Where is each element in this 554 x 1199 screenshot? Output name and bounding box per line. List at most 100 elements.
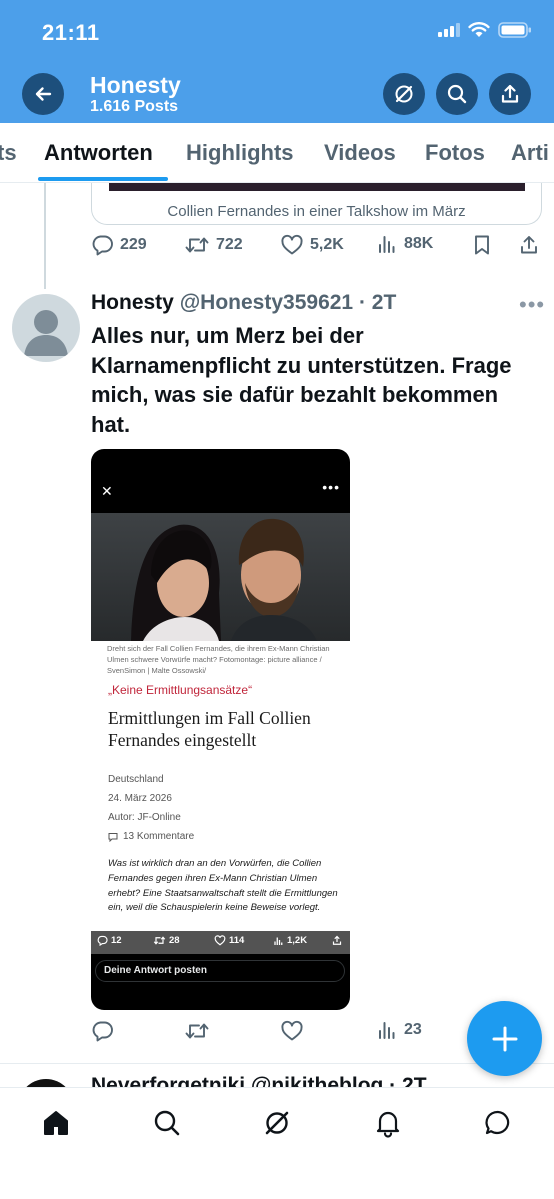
more-options-icon[interactable]: ••• bbox=[519, 292, 545, 318]
active-tab-indicator bbox=[38, 177, 168, 181]
bell-icon bbox=[376, 1111, 400, 1138]
views-button[interactable]: 88K bbox=[378, 234, 433, 254]
article-comment-count: 13 Kommentare bbox=[123, 831, 195, 842]
profile-tabs: ts Antworten Highlights Videos Fotos Art… bbox=[0, 123, 554, 183]
repost-count: 722 bbox=[216, 236, 243, 253]
share-button[interactable] bbox=[489, 73, 531, 115]
nav-notifications[interactable] bbox=[368, 1103, 408, 1143]
screenshot-views: 1,2K bbox=[274, 935, 307, 946]
article-comments: 13 Kommentare bbox=[108, 831, 194, 842]
heart-icon bbox=[281, 1020, 303, 1041]
search-icon bbox=[447, 84, 467, 104]
article-headline: Ermittlungen im Fall Collien Fernandes e… bbox=[108, 708, 311, 750]
screenshot-share-icon bbox=[332, 935, 342, 946]
reply-icon bbox=[92, 1021, 113, 1042]
reply-icon bbox=[97, 935, 108, 946]
bottom-nav bbox=[0, 1087, 554, 1199]
close-icon: ✕ bbox=[101, 483, 113, 499]
default-avatar-icon bbox=[24, 310, 68, 356]
article-preview: Dreht sich der Fall Collien Fernandes, d… bbox=[91, 641, 350, 931]
share-icon bbox=[501, 84, 519, 103]
screenshot-reply-field: Deine Antwort posten bbox=[95, 960, 345, 982]
signal-icon bbox=[438, 23, 460, 37]
share-icon bbox=[521, 236, 537, 254]
like-button[interactable]: 5,2K bbox=[280, 234, 344, 256]
author-name[interactable]: Honesty bbox=[91, 291, 174, 314]
status-icons bbox=[438, 22, 532, 38]
media-card[interactable]: Collien Fernandes in einer Talkshow im M… bbox=[91, 183, 542, 225]
screenshot-reposts: 28 bbox=[153, 935, 180, 946]
back-arrow-icon bbox=[35, 87, 52, 101]
status-time: 21:11 bbox=[42, 20, 100, 45]
reply-count: 229 bbox=[120, 236, 147, 253]
article-photo bbox=[91, 513, 350, 641]
previous-tweet-actions: 229 722 5,2K 88K bbox=[0, 234, 554, 264]
tab-videos[interactable]: Videos bbox=[324, 140, 396, 166]
views-icon bbox=[379, 1022, 395, 1039]
repost-button[interactable]: 722 bbox=[184, 234, 243, 256]
more-icon: ••• bbox=[322, 479, 340, 495]
author-handle-time[interactable]: @Honesty359621 · 2T bbox=[180, 291, 397, 314]
repost-icon bbox=[185, 1023, 209, 1039]
screenshot-like-count: 114 bbox=[229, 935, 245, 946]
grok-icon bbox=[395, 85, 413, 103]
screenshot-reply-count: 12 bbox=[111, 935, 122, 946]
reply-icon bbox=[92, 235, 113, 256]
media-caption: Collien Fernandes in einer Talkshow im M… bbox=[167, 203, 466, 220]
article-author: Autor: JF-Online bbox=[108, 812, 181, 823]
screenshot-action-bar: 12 28 114 1,2K bbox=[91, 931, 350, 954]
post-count: 1.616 Posts bbox=[90, 98, 179, 115]
messages-icon bbox=[485, 1110, 510, 1135]
heart-icon bbox=[281, 234, 303, 255]
home-icon bbox=[44, 1111, 68, 1135]
photo-caption: Dreht sich der Fall Collien Fernandes, d… bbox=[107, 644, 330, 675]
battery-icon bbox=[498, 22, 531, 38]
tweet-media-screenshot[interactable]: ✕ ••• Dreht sich der Fall Collien Fernan… bbox=[91, 449, 350, 1010]
tab-posts[interactable]: ts bbox=[0, 140, 17, 166]
reply-button[interactable] bbox=[91, 1020, 114, 1042]
nav-grok[interactable] bbox=[257, 1103, 297, 1143]
view-count: 23 bbox=[404, 1021, 422, 1038]
share-tweet-button[interactable] bbox=[519, 234, 539, 256]
tweet-text: Alles nur, um Merz bei der Klarnamenpfli… bbox=[91, 323, 512, 437]
media-image bbox=[109, 183, 525, 191]
screenshot-view-count: 1,2K bbox=[287, 935, 308, 946]
article-lede: Was ist wirklich dran an den Vorwürfen, … bbox=[108, 858, 338, 914]
views-icon bbox=[274, 937, 283, 945]
article-kicker: „Keine Ermittlungsansätze“ bbox=[108, 683, 253, 697]
divider bbox=[0, 1063, 554, 1064]
profile-header: 21:11 Honesty 1.616 Posts bbox=[0, 0, 554, 123]
article-date: 24. März 2026 bbox=[108, 793, 172, 804]
screenshot-repost-count: 28 bbox=[169, 935, 180, 946]
grok-button[interactable] bbox=[383, 73, 425, 115]
grok-icon bbox=[265, 1111, 289, 1135]
search-icon bbox=[154, 1110, 180, 1136]
profile-name: Honesty bbox=[90, 72, 181, 98]
nav-search[interactable] bbox=[147, 1103, 187, 1143]
tweet-header: Honesty @Honesty359621 · 2T bbox=[91, 291, 396, 315]
like-button[interactable] bbox=[280, 1020, 304, 1042]
screenshot-likes: 114 bbox=[214, 935, 244, 946]
views-icon bbox=[379, 236, 395, 253]
heart-icon bbox=[214, 935, 226, 946]
search-button[interactable] bbox=[436, 73, 478, 115]
repost-icon bbox=[185, 237, 209, 253]
views-button[interactable]: 23 bbox=[378, 1020, 422, 1040]
tab-replies[interactable]: Antworten bbox=[44, 140, 153, 166]
tab-highlights[interactable]: Highlights bbox=[186, 140, 294, 166]
tab-articles[interactable]: Arti bbox=[511, 140, 549, 166]
repost-button[interactable] bbox=[184, 1020, 210, 1042]
comment-icon bbox=[108, 832, 118, 842]
wifi-icon bbox=[468, 22, 490, 37]
view-count: 88K bbox=[404, 235, 434, 252]
compose-button[interactable] bbox=[467, 1001, 542, 1076]
nav-messages[interactable] bbox=[478, 1103, 518, 1143]
reply-button[interactable]: 229 bbox=[91, 234, 147, 256]
bookmark-button[interactable] bbox=[472, 234, 492, 256]
back-button[interactable] bbox=[22, 73, 64, 115]
nav-home[interactable] bbox=[36, 1103, 76, 1143]
bookmark-icon bbox=[475, 235, 489, 255]
avatar[interactable] bbox=[12, 294, 80, 362]
tab-photos[interactable]: Fotos bbox=[425, 140, 485, 166]
screenshot-replies: 12 bbox=[97, 935, 122, 946]
